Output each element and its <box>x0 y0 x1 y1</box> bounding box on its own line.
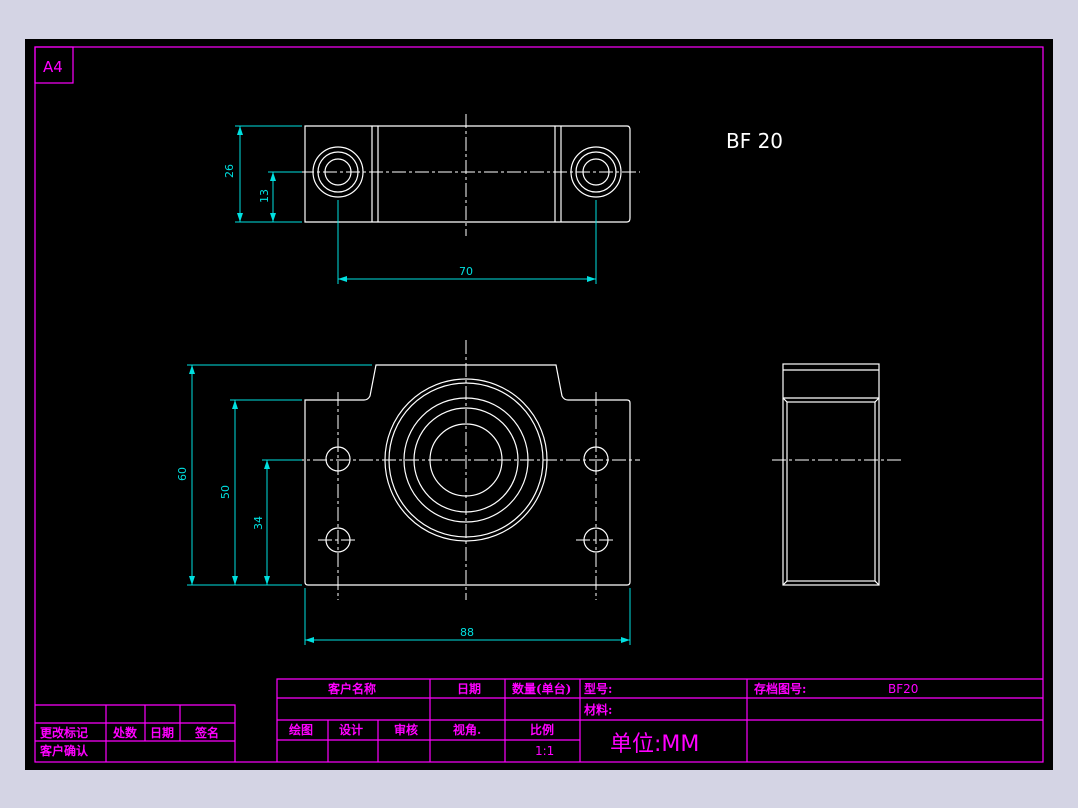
unit-label: 单位:MM <box>610 732 699 757</box>
view-angle-label: 视角. <box>453 722 481 737</box>
archive-no-label: 存档图号: <box>753 681 806 696</box>
drawing-border <box>34 46 1044 763</box>
dim-front-total-height: 60 <box>176 467 189 481</box>
revision-block: 更改标记 处数 日期 签名 客户确认 <box>35 704 236 762</box>
scale-value: 1:1 <box>535 744 554 758</box>
front-view <box>290 340 640 600</box>
date-label: 日期 <box>457 681 481 696</box>
review-label: 审核 <box>394 722 418 737</box>
dim-top-height: 26 <box>223 164 236 178</box>
scale-label: 比例 <box>530 722 554 737</box>
drawing-label: 绘图 <box>289 722 313 737</box>
dim-top-spacing: 70 <box>459 265 473 278</box>
title-block: 客户名称 日期 数量(单台) 型号: 存档图号: BF20 材料: 绘图 设计 … <box>276 678 1043 762</box>
archive-no-value: BF20 <box>888 682 918 696</box>
part-label: BF 20 <box>726 129 783 153</box>
place-count-label: 处数 <box>112 725 138 740</box>
drawing-canvas: A4 BF 20 26 13 70 60 50 34 88 更改标记 处数 日期… <box>25 39 1053 770</box>
design-label: 设计 <box>339 722 363 737</box>
material-label: 材料: <box>583 702 612 717</box>
customer-name-label: 客户名称 <box>327 681 376 696</box>
change-mark-label: 更改标记 <box>40 725 88 740</box>
top-view <box>300 114 640 236</box>
model-label: 型号: <box>584 681 612 696</box>
revision-date-label: 日期 <box>150 725 174 740</box>
signature-label: 签名 <box>194 725 219 740</box>
dim-front-width: 88 <box>460 626 474 639</box>
side-view <box>772 363 902 586</box>
size-label: A4 <box>43 58 63 76</box>
quantity-label: 数量(单台) <box>512 681 571 696</box>
dim-front-center-height: 34 <box>252 516 265 530</box>
top-view-dimensions: 26 13 70 <box>223 125 597 284</box>
dim-top-center: 13 <box>258 189 271 203</box>
customer-confirm-label: 客户确认 <box>39 743 89 758</box>
dim-front-body-height: 50 <box>219 485 232 499</box>
